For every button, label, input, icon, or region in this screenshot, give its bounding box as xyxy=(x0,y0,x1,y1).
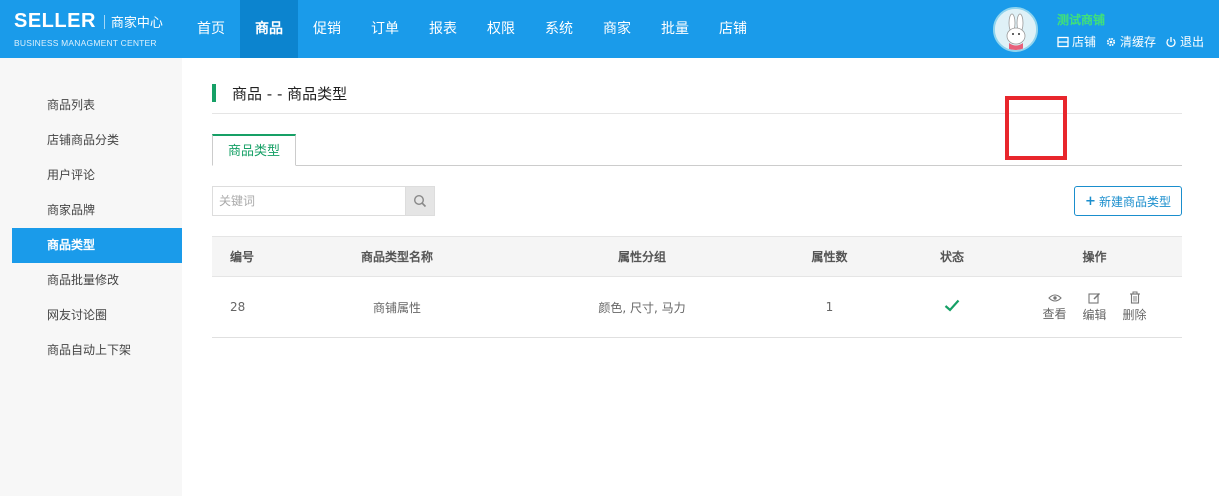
cell-id: 28 xyxy=(230,300,246,314)
sidebar-item-batch-edit[interactable]: 商品批量修改 xyxy=(12,263,182,298)
nav-permissions[interactable]: 权限 xyxy=(472,0,530,58)
main-content: 商品 - - 商品类型 商品类型 + 新建商品类型 编号 商品类型名称 属性分组… xyxy=(182,58,1219,496)
main-nav: 首页 商品 促销 订单 报表 权限 系统 商家 批量 店铺 xyxy=(182,0,762,58)
search-button[interactable] xyxy=(405,186,435,216)
goods-type-table: 编号 商品类型名称 属性分组 属性数 状态 操作 28 商铺属性 颜色, 尺寸,… xyxy=(212,236,1182,338)
tab-bar: 商品类型 xyxy=(212,134,1182,166)
edit-icon xyxy=(1088,292,1101,304)
search-input[interactable] xyxy=(212,186,405,216)
nav-store[interactable]: 店铺 xyxy=(704,0,762,58)
plus-icon: + xyxy=(1085,193,1096,209)
col-ops-header: 操作 xyxy=(1082,250,1107,264)
nav-reports[interactable]: 报表 xyxy=(414,0,472,58)
sidebar-item-goods-types[interactable]: 商品类型 xyxy=(12,228,190,263)
cell-groups: 颜色, 尺寸, 马力 xyxy=(598,300,686,315)
add-goods-type-button[interactable]: + 新建商品类型 xyxy=(1074,186,1182,216)
cell-ops: 查看 编辑 删除 xyxy=(1007,277,1182,338)
logo[interactable]: SELLER 商家中心 BUSINESS MANAGMENT CENTER xyxy=(14,10,184,48)
check-icon xyxy=(944,299,960,312)
top-header: SELLER 商家中心 BUSINESS MANAGMENT CENTER 首页… xyxy=(0,0,1219,58)
nav-orders[interactable]: 订单 xyxy=(356,0,414,58)
trash-icon xyxy=(1129,291,1140,304)
clear-cache-link[interactable]: 清缓存 xyxy=(1105,33,1156,50)
search-icon xyxy=(413,194,427,208)
table-header: 编号 商品类型名称 属性分组 属性数 状态 操作 xyxy=(212,236,1182,277)
edit-button[interactable]: 编辑 xyxy=(1075,292,1115,323)
col-name-header: 商品类型名称 xyxy=(360,250,433,264)
nav-goods[interactable]: 商品 xyxy=(240,0,298,58)
title-accent-bar xyxy=(212,84,216,102)
delete-button[interactable]: 删除 xyxy=(1115,291,1155,323)
gear-icon xyxy=(1106,37,1116,46)
sidebar-item-goods-list[interactable]: 商品列表 xyxy=(12,88,182,123)
col-id-header: 编号 xyxy=(230,250,255,264)
col-groups-header: 属性分组 xyxy=(617,250,666,264)
logout-label: 退出 xyxy=(1180,35,1205,49)
sidebar-item-brands[interactable]: 商家品牌 xyxy=(12,193,182,228)
logo-english: BUSINESS MANAGMENT CENTER xyxy=(14,38,157,48)
view-button[interactable]: 查看 xyxy=(1035,293,1075,322)
sidebar-item-auto-listing[interactable]: 商品自动上下架 xyxy=(12,333,182,368)
store-icon xyxy=(1057,36,1069,47)
header-actions: 店铺 清缓存 退出 xyxy=(1057,33,1213,50)
view-label: 查看 xyxy=(1042,306,1067,321)
delete-label: 删除 xyxy=(1122,308,1147,322)
nav-home[interactable]: 首页 xyxy=(182,0,240,58)
nav-batch[interactable]: 批量 xyxy=(646,0,704,58)
store-link-label: 店铺 xyxy=(1072,35,1097,49)
clear-cache-label: 清缓存 xyxy=(1120,35,1157,49)
logo-divider xyxy=(103,14,105,29)
search-box xyxy=(212,186,435,216)
sidebar-item-user-reviews[interactable]: 用户评论 xyxy=(12,158,182,193)
sidebar-item-discussion[interactable]: 网友讨论圈 xyxy=(12,298,182,333)
nav-system[interactable]: 系统 xyxy=(530,0,588,58)
logout-link[interactable]: 退出 xyxy=(1165,33,1204,50)
cell-status xyxy=(897,299,1007,315)
shop-name[interactable]: 测试商铺 xyxy=(1057,11,1105,28)
avatar[interactable] xyxy=(993,7,1038,52)
add-goods-type-label: 新建商品类型 xyxy=(1098,194,1171,209)
page-title: 商品 - - 商品类型 xyxy=(212,84,348,103)
logo-title: SELLER xyxy=(14,10,96,32)
table-row: 28 商铺属性 颜色, 尺寸, 马力 1 查看 编辑 删除 xyxy=(212,277,1182,338)
tab-goods-types[interactable]: 商品类型 xyxy=(212,134,297,166)
eye-icon xyxy=(1047,293,1062,302)
cell-name: 商铺属性 xyxy=(372,300,421,315)
power-icon xyxy=(1166,36,1176,47)
cell-attr-count: 1 xyxy=(825,300,834,314)
store-link[interactable]: 店铺 xyxy=(1057,33,1096,50)
breadcrumb: 商品 - - 商品类型 xyxy=(232,84,348,103)
nav-merchant[interactable]: 商家 xyxy=(588,0,646,58)
edit-label: 编辑 xyxy=(1082,307,1107,322)
sidebar: 商品列表 店铺商品分类 用户评论 商家品牌 商品类型 商品批量修改 网友讨论圈 … xyxy=(0,58,190,496)
title-divider xyxy=(212,113,1182,114)
col-status-header: 状态 xyxy=(939,250,964,264)
logo-subtitle: 商家中心 xyxy=(110,16,163,31)
col-count-header: 属性数 xyxy=(811,250,848,264)
nav-promotion[interactable]: 促销 xyxy=(298,0,356,58)
sidebar-item-store-categories[interactable]: 店铺商品分类 xyxy=(12,123,182,158)
